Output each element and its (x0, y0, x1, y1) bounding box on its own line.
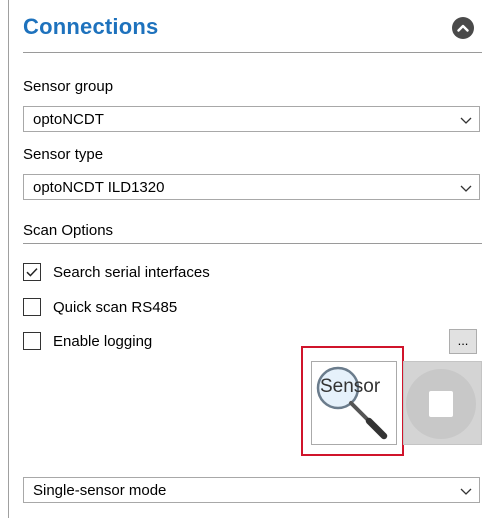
search-serial-label: Search serial interfaces (53, 263, 210, 281)
checkmark-icon (26, 268, 38, 277)
search-serial-checkbox-row[interactable]: Search serial interfaces (23, 261, 210, 283)
collapse-button[interactable] (452, 17, 474, 39)
scan-options-label: Scan Options (23, 222, 114, 239)
sensor-group-select[interactable]: optoNCDT (23, 106, 480, 132)
enable-logging-label: Enable logging (53, 332, 153, 350)
search-serial-checkbox[interactable] (23, 263, 41, 281)
enable-logging-checkbox[interactable] (23, 332, 41, 350)
scan-sensor-button[interactable]: Sensor (311, 361, 397, 445)
sensor-group-value: optoNCDT (33, 111, 104, 128)
title-divider (23, 52, 482, 53)
magnifier-icon (316, 366, 388, 440)
quick-scan-checkbox[interactable] (23, 298, 41, 316)
enable-logging-checkbox-row[interactable]: Enable logging (23, 330, 152, 352)
stop-icon (406, 369, 476, 439)
sensor-group-label: Sensor group (23, 78, 114, 95)
chevron-down-icon (460, 185, 472, 192)
sensor-mode-value: Single-sensor mode (33, 482, 167, 499)
sensor-type-select[interactable]: optoNCDT ILD1320 (23, 174, 480, 200)
chevron-down-icon (460, 488, 472, 495)
connections-panel: Connections Sensor group optoNCDT Sensor… (0, 0, 492, 518)
sensor-mode-select[interactable]: Single-sensor mode (23, 477, 480, 503)
chevron-up-icon (457, 24, 469, 32)
logging-browse-button[interactable]: ... (449, 329, 477, 354)
quick-scan-label: Quick scan RS485 (53, 298, 178, 316)
panel-left-border (8, 0, 9, 518)
sensor-type-label: Sensor type (23, 146, 104, 163)
panel-title: Connections (23, 14, 159, 39)
sensor-type-value: optoNCDT ILD1320 (33, 179, 165, 196)
scan-options-divider (23, 243, 482, 244)
chevron-down-icon (460, 117, 472, 124)
stop-scan-button[interactable] (403, 361, 482, 445)
quick-scan-checkbox-row[interactable]: Quick scan RS485 (23, 296, 177, 318)
scan-button-text: Sensor (320, 376, 381, 397)
